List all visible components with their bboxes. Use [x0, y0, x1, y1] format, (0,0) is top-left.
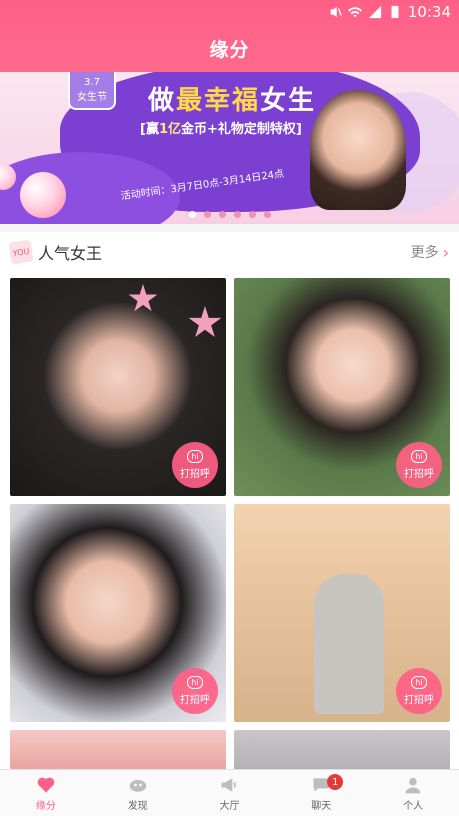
wifi-icon [347, 7, 362, 18]
nav-label: 发现 [127, 800, 148, 812]
profile-card[interactable]: hi 打招呼 [10, 504, 226, 722]
more-button[interactable]: 更多 › [411, 242, 449, 262]
nav-label: 个人 [403, 800, 424, 812]
sub-open: [赢 [140, 122, 159, 137]
profile-grid: hi 打招呼 hi 打招呼 hi 打招呼 hi 打招呼 [0, 272, 459, 769]
nav-label: 大厅 [219, 800, 240, 812]
headline-highlight: 最幸福 [176, 86, 261, 116]
headline-part2: 女生 [260, 86, 317, 116]
pagination-dot[interactable] [188, 211, 196, 218]
headline-part1: 做 [148, 86, 177, 116]
nav-item-yuanfen[interactable]: 缘分 [0, 770, 92, 816]
banner-headline: 做最幸福女生 [148, 80, 316, 117]
profile-photo [234, 730, 450, 769]
greet-button[interactable]: hi 打招呼 [172, 668, 218, 714]
profile-card[interactable]: hi 打招呼 [234, 504, 450, 722]
badge-event: 女生节 [77, 92, 107, 103]
greet-hi-icon: hi [187, 450, 203, 463]
greet-button[interactable]: hi 打招呼 [396, 442, 442, 488]
promo-banner[interactable]: 3.7 女生节 做最幸福女生 [赢1亿金币+礼物定制特权] 活动时间：3月7日0… [0, 72, 459, 224]
pagination-dot[interactable] [203, 211, 211, 218]
sub-highlight: 1亿 [158, 122, 181, 137]
nav-item-chat[interactable]: 聊天 1 [275, 770, 367, 816]
banner-pagination [0, 211, 459, 218]
section-title: YOU 人气女王 [8, 239, 103, 265]
greet-hi-icon: hi [187, 676, 203, 689]
pagination-dot[interactable] [218, 211, 226, 218]
profile-photo [10, 730, 226, 769]
badge-date: 3.7 [84, 77, 100, 88]
status-bar: 10:34 [0, 0, 459, 24]
you-icon: YOU [8, 239, 34, 265]
person-icon [405, 777, 421, 793]
greet-label: 打招呼 [404, 695, 434, 706]
status-icons [328, 5, 402, 19]
battery-icon [391, 5, 399, 19]
banner-date-badge: 3.7 女生节 [68, 72, 116, 110]
nav-item-profile[interactable]: 个人 [367, 770, 459, 816]
pagination-dot[interactable] [233, 211, 241, 218]
greet-hi-icon: hi [411, 450, 427, 463]
banner-subtitle: [赢1亿金币+礼物定制特权] [140, 118, 302, 137]
heart-icon [37, 777, 55, 792]
bottom-nav: 缘分 发现 大厅 聊天 1 个人 [0, 769, 459, 816]
section-header: YOU 人气女王 更多 › [0, 232, 459, 272]
profile-card[interactable]: hi 打招呼 [10, 278, 226, 496]
chevron-right-icon: › [442, 242, 449, 262]
nav-item-discover[interactable]: 发现 [92, 770, 184, 816]
mute-icon [330, 6, 342, 18]
app-page: 10:34 缘分 3.7 女生节 做最幸福女生 [赢1亿金币+礼物定制特权] 活… [0, 0, 459, 816]
more-label: 更多 [410, 245, 439, 261]
megaphone-icon [221, 777, 237, 792]
discover-icon [129, 779, 147, 792]
status-time: 10:34 [407, 3, 451, 21]
greet-button[interactable]: hi 打招呼 [172, 442, 218, 488]
sub-rest: 金币+礼物定制特权] [181, 122, 302, 137]
chat-unread-badge: 1 [327, 774, 344, 790]
page-title: 缘分 [209, 38, 250, 61]
nav-item-hall[interactable]: 大厅 [184, 770, 276, 816]
pagination-dot[interactable] [248, 211, 256, 218]
greet-label: 打招呼 [180, 469, 210, 480]
header: 10:34 缘分 [0, 0, 459, 72]
greet-label: 打招呼 [180, 695, 210, 706]
banner-portrait [310, 90, 406, 210]
signal-icon [368, 5, 381, 19]
greet-label: 打招呼 [404, 469, 434, 480]
nav-label: 缘分 [35, 800, 56, 812]
profile-card[interactable] [10, 730, 226, 769]
profile-card[interactable] [234, 730, 450, 769]
section-title-text: 人气女王 [38, 244, 103, 263]
greet-hi-icon: hi [411, 676, 427, 689]
profile-card[interactable]: hi 打招呼 [234, 278, 450, 496]
greet-button[interactable]: hi 打招呼 [396, 668, 442, 714]
pagination-dot[interactable] [263, 211, 271, 218]
nav-label: 聊天 [311, 800, 332, 812]
